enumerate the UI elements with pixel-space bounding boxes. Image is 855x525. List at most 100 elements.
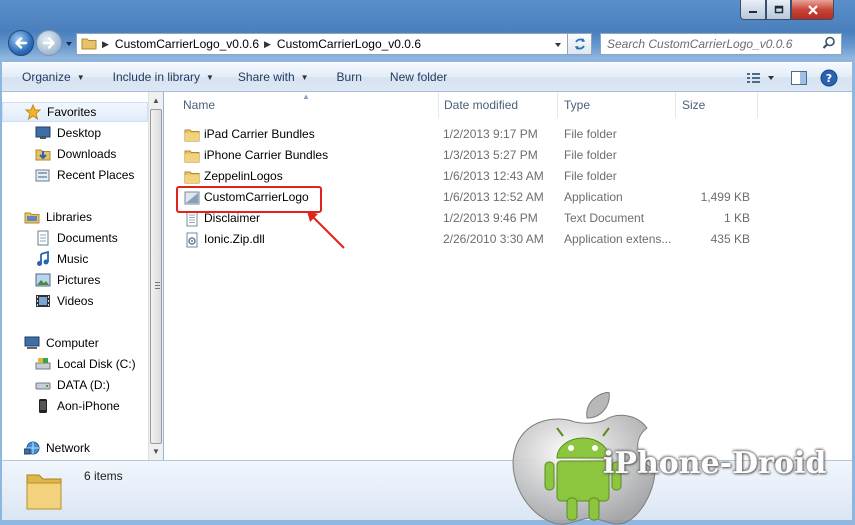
folder-icon — [24, 467, 64, 516]
svg-text:?: ? — [826, 72, 832, 85]
star-icon — [25, 104, 41, 120]
address-bar[interactable]: ▶ CustomCarrierLogo_v0.0.6 ▶ CustomCarri… — [76, 33, 568, 55]
highlight-annotation — [176, 186, 322, 213]
nav-data-drive[interactable]: DATA (D:) — [2, 375, 148, 395]
preview-pane-button[interactable] — [786, 66, 812, 90]
music-icon — [35, 251, 51, 267]
breadcrumb-item[interactable]: CustomCarrierLogo_v0.0.6 — [115, 37, 259, 51]
minimize-icon — [749, 10, 757, 13]
file-size — [682, 166, 750, 187]
nav-videos[interactable]: Videos — [2, 291, 148, 311]
folder-icon — [184, 127, 200, 143]
nav-downloads[interactable]: Downloads — [2, 144, 148, 164]
file-date: 1/6/2013 12:43 AM — [443, 169, 544, 183]
recent-places-icon — [35, 167, 51, 183]
breadcrumb-item[interactable]: CustomCarrierLogo_v0.0.6 — [277, 37, 421, 51]
nav-item-label: DATA (D:) — [57, 378, 110, 392]
file-size — [682, 145, 750, 166]
file-row[interactable]: Ionic.Zip.dll 2/26/2010 3:30 AM Applicat… — [164, 229, 852, 250]
command-bar: Organize ▼ Include in library ▼ Share with… — [2, 62, 852, 92]
nav-network[interactable]: Network — [2, 438, 148, 458]
burn-label: Burn — [336, 70, 362, 84]
dll-icon — [184, 232, 200, 248]
file-type: Text Document — [564, 211, 645, 225]
include-in-library-menu[interactable]: Include in library ▼ — [103, 65, 224, 89]
file-row[interactable]: iPad Carrier Bundles 1/2/2013 9:17 PM Fi… — [164, 124, 852, 145]
nav-music[interactable]: Music — [2, 249, 148, 269]
file-date: 1/3/2013 5:27 PM — [443, 148, 538, 162]
item-count: 6 items — [84, 469, 123, 483]
column-divider[interactable] — [757, 92, 758, 118]
search-box[interactable] — [600, 33, 842, 55]
file-type: File folder — [564, 169, 617, 183]
libraries-icon — [24, 209, 40, 225]
search-input[interactable] — [607, 35, 822, 53]
nav-libraries[interactable]: Libraries — [2, 207, 148, 227]
file-type: Application — [564, 190, 623, 204]
file-size: 1 KB — [723, 211, 750, 225]
file-row[interactable]: ZeppelinLogos 1/6/2013 12:43 AM File fol… — [164, 166, 852, 187]
scroll-down-icon[interactable]: ▼ — [152, 447, 160, 456]
search-icon[interactable] — [822, 36, 836, 53]
file-type: Application extens... — [564, 232, 672, 246]
forward-button[interactable] — [36, 30, 62, 56]
nav-recent-places[interactable]: Recent Places — [2, 165, 148, 185]
file-row[interactable]: iPhone Carrier Bundles 1/3/2013 5:27 PM … — [164, 145, 852, 166]
address-dropdown-icon[interactable] — [553, 39, 563, 53]
nav-item-label: Music — [57, 252, 89, 266]
forward-arrow-icon — [42, 37, 55, 49]
grip-icon — [155, 282, 160, 289]
file-type: File folder — [564, 127, 617, 141]
back-button[interactable] — [8, 30, 34, 56]
column-header-date[interactable]: Date modified — [439, 92, 557, 118]
help-icon: ? — [820, 69, 838, 87]
file-type: File folder — [564, 148, 617, 162]
organize-menu[interactable]: Organize ▼ — [12, 65, 95, 89]
column-header-name[interactable]: Name — [178, 92, 438, 118]
nav-documents[interactable]: Documents — [2, 228, 148, 248]
maximize-button[interactable] — [766, 0, 791, 20]
column-divider[interactable] — [557, 92, 558, 118]
videos-icon — [35, 293, 51, 309]
file-list: ▲ Name Date modified Type Size iPad Carr… — [164, 92, 852, 460]
nav-local-disk[interactable]: Local Disk (C:) — [2, 354, 148, 374]
nav-pictures[interactable]: Pictures — [2, 270, 148, 290]
nav-desktop[interactable]: Desktop — [2, 123, 148, 143]
new-folder-button[interactable]: New folder — [380, 65, 457, 89]
file-size: 435 KB — [710, 232, 750, 246]
help-button[interactable]: ? — [816, 66, 842, 90]
nav-item-label: Pictures — [57, 273, 101, 287]
nav-item-label: Downloads — [57, 147, 117, 161]
scroll-thumb[interactable] — [150, 109, 162, 444]
minimize-button[interactable] — [740, 0, 766, 20]
refresh-button[interactable] — [568, 33, 592, 55]
file-name: iPhone Carrier Bundles — [204, 148, 329, 162]
nav-item-label: Desktop — [57, 126, 102, 140]
share-with-menu[interactable]: Share with ▼ — [228, 65, 319, 89]
file-name: ZeppelinLogos — [204, 169, 283, 183]
nav-aon-iphone[interactable]: Aon-iPhone — [2, 396, 148, 416]
nav-item-label: Videos — [57, 294, 94, 308]
navigation-scrollbar[interactable]: ▲ ▼ — [148, 92, 163, 460]
nav-computer-label: Computer — [46, 336, 99, 350]
documents-icon — [35, 230, 51, 246]
recent-pages-dropdown[interactable] — [64, 38, 74, 48]
file-date: 2/26/2010 3:30 AM — [443, 232, 544, 246]
close-button[interactable] — [791, 0, 834, 20]
column-header-type[interactable]: Type — [559, 92, 675, 118]
maximize-icon — [774, 5, 783, 13]
chevron-down-icon: ▼ — [300, 72, 309, 82]
nav-favorites[interactable]: Favorites — [2, 102, 148, 122]
burn-button[interactable]: Burn — [327, 65, 372, 89]
column-divider[interactable] — [675, 92, 676, 118]
nav-computer[interactable]: Computer — [2, 333, 148, 353]
scroll-up-icon[interactable]: ▲ — [152, 96, 160, 105]
share-with-label: Share with — [237, 70, 295, 84]
breadcrumb-separator-icon: ▶ — [264, 38, 271, 49]
file-date: 1/2/2013 9:17 PM — [443, 127, 538, 141]
computer-icon — [24, 335, 40, 351]
annotation-arrow-icon — [307, 211, 345, 249]
network-icon — [24, 440, 40, 456]
change-view-button[interactable] — [742, 66, 782, 90]
column-header-size[interactable]: Size — [677, 92, 757, 118]
